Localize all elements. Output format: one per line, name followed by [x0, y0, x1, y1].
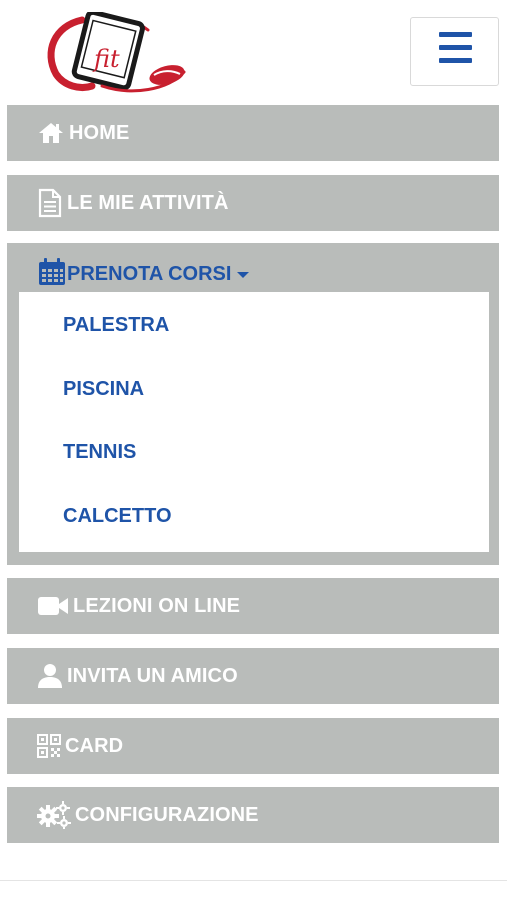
submenu-item-palestra[interactable]: PALESTRA: [63, 314, 169, 337]
menu-item-card[interactable]: CARD: [7, 718, 499, 774]
menu-item-label: LE MIE ATTIVITÀ: [67, 191, 229, 214]
submenu-item-piscina[interactable]: PISCINA: [63, 378, 144, 401]
hamburger-icon: [439, 32, 472, 37]
user-icon: [37, 663, 63, 689]
menu-item-activities[interactable]: LE MIE ATTIVITÀ: [7, 175, 499, 231]
menu-item-label: HOME: [69, 121, 130, 144]
gears-icon: [37, 801, 71, 829]
menu-item-configuration[interactable]: CONFIGURAZIONE: [7, 787, 499, 843]
hamburger-menu-button[interactable]: [410, 17, 499, 86]
video-camera-icon: [37, 595, 69, 617]
submenu-item-tennis[interactable]: TENNIS: [63, 441, 136, 464]
menu-item-label: CONFIGURAZIONE: [75, 803, 259, 826]
footer-divider: [0, 880, 507, 881]
menu-item-online-lessons[interactable]: LEZIONI ON LINE: [7, 578, 499, 634]
menu-item-invite-friend[interactable]: INVITA UN AMICO: [7, 648, 499, 704]
calendar-icon: [37, 257, 67, 292]
submenu-item-calcetto[interactable]: CALCETTO: [63, 505, 172, 528]
menu-item-label: CARD: [65, 734, 124, 757]
menu-item-book-courses-expanded: PRENOTA CORSI PALESTRA PISCINA TENNIS CA…: [7, 243, 499, 565]
menu-item-label: LEZIONI ON LINE: [73, 594, 241, 617]
logo-text: fit: [92, 45, 120, 73]
menu-item-home[interactable]: HOME: [7, 105, 499, 161]
home-icon: [37, 121, 65, 145]
menu-item-label: INVITA UN AMICO: [67, 664, 238, 687]
app-logo[interactable]: fit: [42, 9, 192, 98]
menu-item-label: PRENOTA CORSI: [67, 262, 232, 285]
book-courses-dropdown-toggle[interactable]: PRENOTA CORSI: [37, 257, 250, 292]
caret-down-icon: [237, 272, 250, 278]
book-courses-submenu: PALESTRA PISCINA TENNIS CALCETTO: [19, 292, 489, 552]
document-icon: [37, 188, 63, 218]
qr-code-icon: [37, 734, 61, 758]
